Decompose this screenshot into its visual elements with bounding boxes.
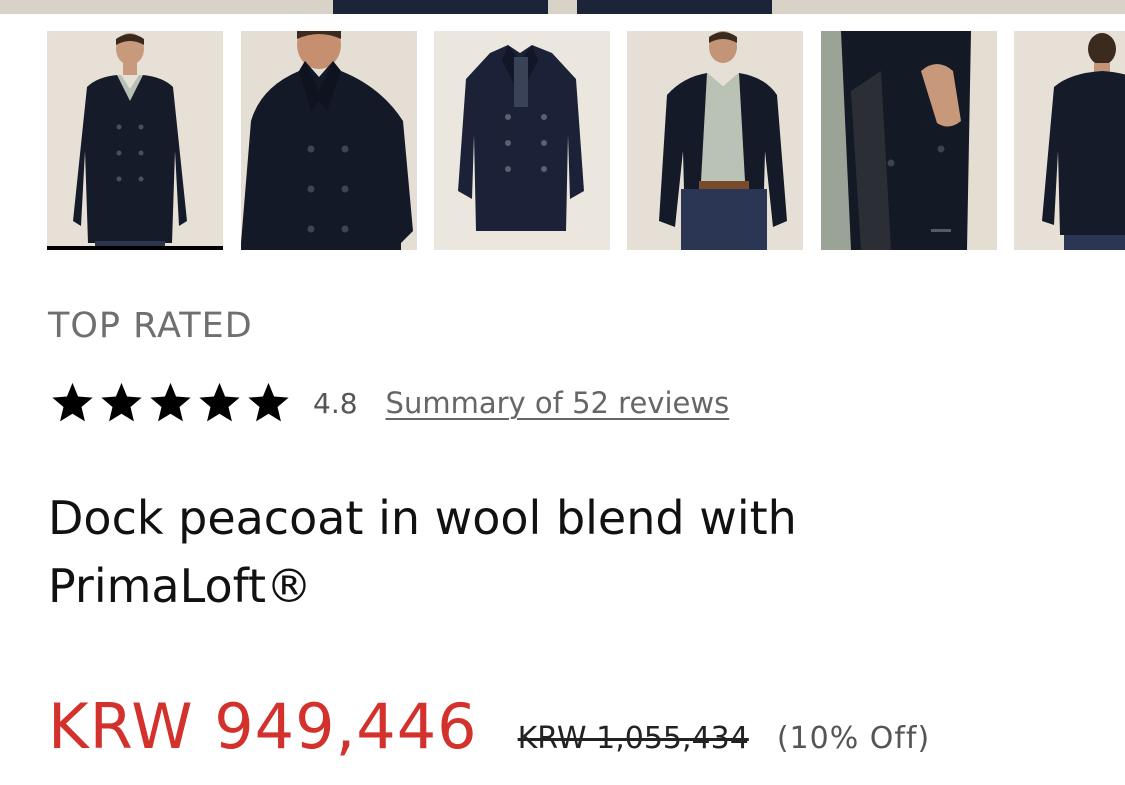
thumbnail-lining-detail[interactable]: [821, 31, 997, 250]
star-rating: [48, 380, 293, 426]
rating-row: 4.8 Summary of 52 reviews: [48, 380, 729, 426]
star-icon: [199, 382, 240, 422]
product-title-line2: PrimaLoft®: [48, 559, 313, 613]
thumbnail-front-view[interactable]: [47, 31, 223, 250]
thumbnail-gallery: [47, 31, 1125, 250]
discount-label: (10% Off): [776, 721, 931, 756]
thumbnail-flat-lay[interactable]: [434, 31, 610, 250]
rating-value: 4.8: [313, 386, 358, 420]
reviews-summary-link[interactable]: Summary of 52 reviews: [386, 386, 730, 420]
product-title: Dock peacoat in wool blend with PrimaLof…: [48, 484, 948, 620]
star-icon: [248, 382, 289, 422]
price-row: KRW 949,446 KRW 1,055,434 (10% Off): [48, 690, 930, 774]
thumbnail-open-front[interactable]: [627, 31, 803, 250]
original-price: KRW 1,055,434: [517, 721, 749, 756]
product-title-line1: Dock peacoat in wool blend with: [48, 491, 797, 545]
star-icon: [150, 382, 191, 422]
main-product-image: [0, 0, 1125, 14]
thumbnail-front-closeup[interactable]: [241, 31, 417, 250]
star-icon: [52, 382, 93, 422]
star-icon: [101, 382, 142, 422]
top-rated-badge: TOP RATED: [48, 306, 253, 346]
sale-price: KRW 949,446: [48, 690, 478, 763]
thumbnail-back-view[interactable]: [1014, 31, 1125, 250]
